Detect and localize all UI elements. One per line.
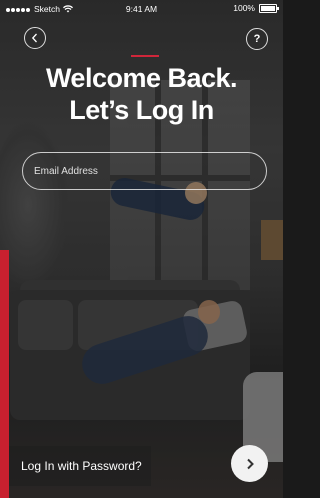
- question-icon: ?: [253, 33, 261, 45]
- login-with-password-label: Log In with Password?: [21, 459, 142, 473]
- title-accent-line: [131, 55, 159, 57]
- chevron-left-icon: [31, 33, 37, 43]
- login-with-password-button[interactable]: Log In with Password?: [9, 446, 151, 486]
- next-button[interactable]: [231, 445, 268, 482]
- chevron-right-icon: [246, 458, 254, 469]
- status-bar: Sketch 9:41 AM 100%: [0, 0, 283, 20]
- help-button[interactable]: ?: [246, 28, 268, 50]
- battery-label: 100%: [233, 3, 255, 13]
- email-field[interactable]: Email Address: [22, 152, 267, 190]
- page-title: Welcome Back. Let’s Log In: [0, 62, 283, 126]
- email-placeholder: Email Address: [34, 165, 98, 177]
- accent-strip: [0, 250, 9, 498]
- back-button[interactable]: [24, 27, 46, 49]
- login-screen: Sketch 9:41 AM 100% ? Welcome Back. Let’…: [0, 0, 283, 498]
- title-line-2: Let’s Log In: [69, 95, 214, 125]
- battery-icon: [259, 3, 279, 13]
- title-line-1: Welcome Back.: [45, 63, 238, 93]
